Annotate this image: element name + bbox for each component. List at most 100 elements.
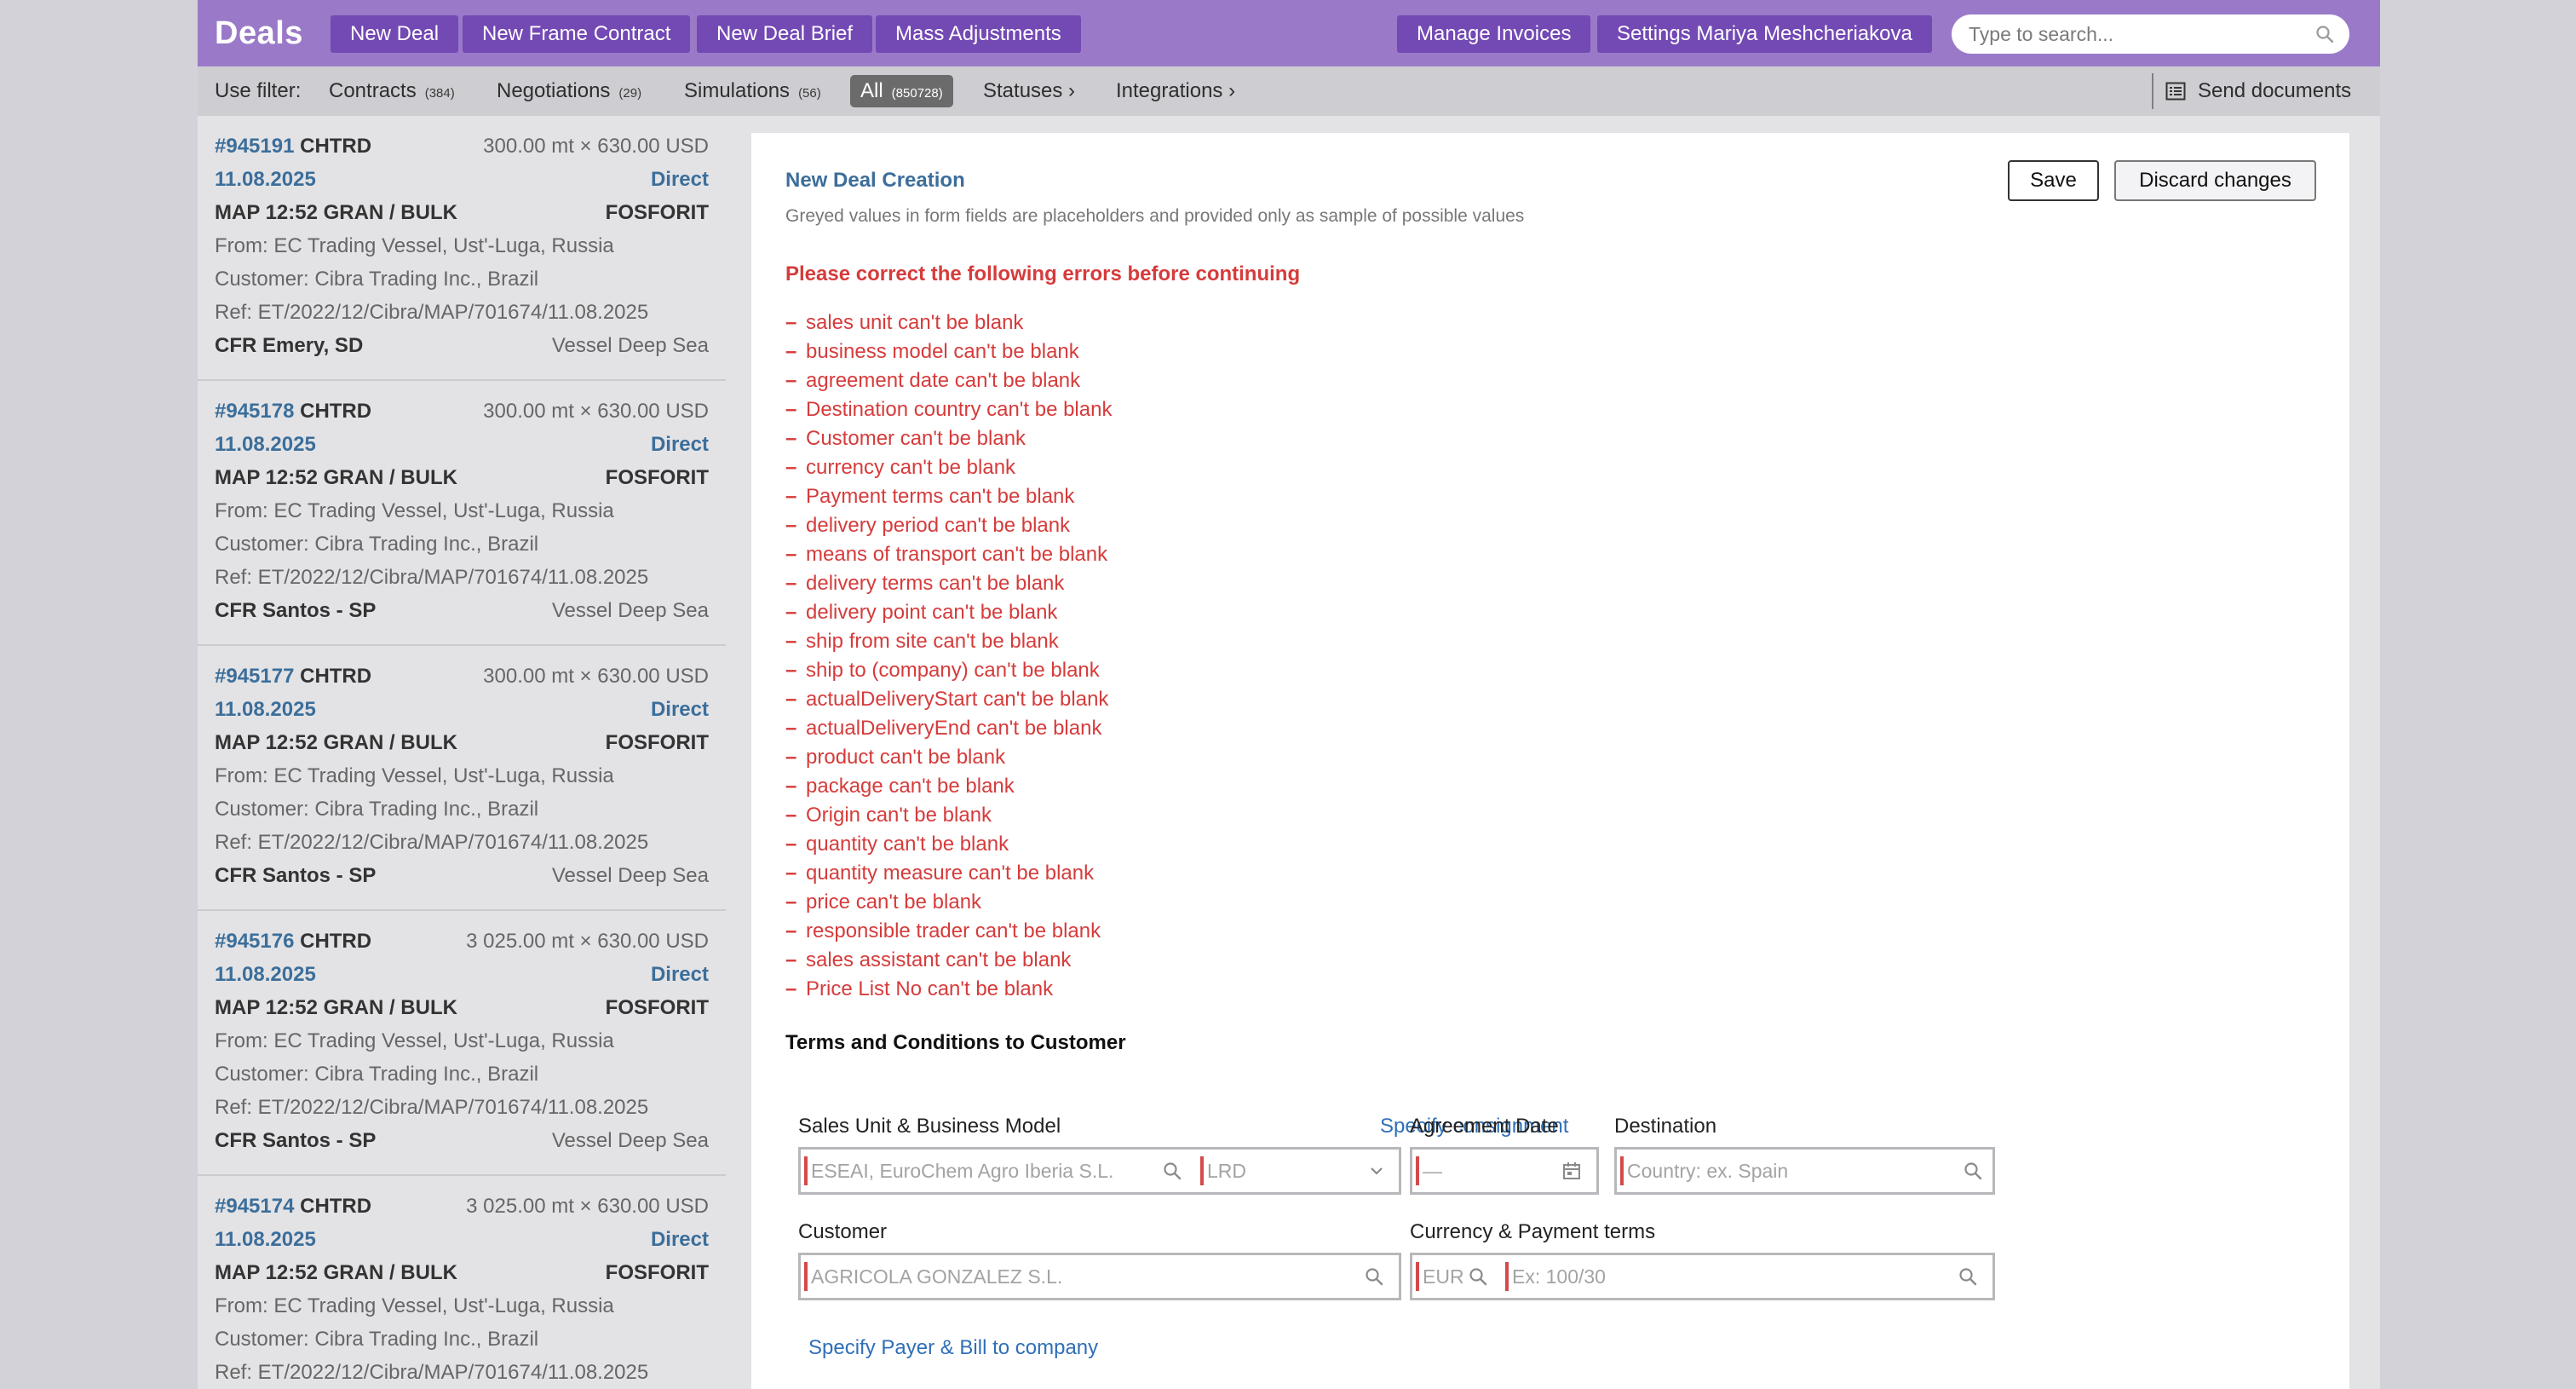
- error-item: – Customer can't be blank: [785, 424, 1112, 453]
- error-item: – quantity can't be blank: [785, 830, 1112, 859]
- error-dash: –: [785, 311, 797, 334]
- filter-contracts[interactable]: Contracts (384): [329, 66, 455, 116]
- deal-id[interactable]: #945177: [215, 665, 294, 688]
- deal-card[interactable]: #945178 CHTRD 300.00 mt × 630.00 USD 11.0…: [198, 381, 726, 646]
- payment-terms-input[interactable]: [1512, 1264, 1938, 1289]
- agreement-date-field[interactable]: [1410, 1147, 1599, 1195]
- customer-input[interactable]: [811, 1264, 1356, 1289]
- currency-input[interactable]: [1423, 1264, 1465, 1289]
- deal-quantity-price: 300.00 mt × 630.00 USD: [483, 400, 709, 423]
- business-model-select[interactable]: [1197, 1150, 1399, 1192]
- manage-invoices-button[interactable]: Manage Invoices: [1397, 15, 1591, 53]
- filter-simulations[interactable]: Simulations (56): [684, 66, 821, 116]
- chevron-down-icon: [1371, 1167, 1383, 1175]
- deal-card[interactable]: #945191 CHTRD 300.00 mt × 630.00 USD 11.0…: [198, 116, 726, 381]
- send-documents-button[interactable]: Send documents: [2165, 66, 2351, 116]
- deal-type: CHTRD: [300, 930, 372, 953]
- error-text: quantity can't be blank: [806, 833, 1009, 856]
- filter-all[interactable]: All (850728): [850, 75, 953, 107]
- deal-type: CHTRD: [300, 135, 372, 158]
- calendar-icon[interactable]: [1562, 1161, 1581, 1180]
- sales-unit-segment[interactable]: [801, 1150, 1197, 1192]
- search-icon[interactable]: [2315, 25, 2334, 43]
- agreement-date-input[interactable]: [1423, 1158, 1542, 1184]
- deal-from: From: EC Trading Vessel, Ust'-Luga, Russ…: [215, 234, 614, 257]
- filter-label: All: [860, 79, 883, 102]
- deal-card[interactable]: #945177 CHTRD 300.00 mt × 630.00 USD 11.0…: [198, 646, 726, 911]
- new-deal-button[interactable]: New Deal: [331, 15, 459, 53]
- top-bar: Deals New Deal New Frame Contract New De…: [198, 0, 2380, 66]
- payment-terms-segment[interactable]: [1502, 1255, 1992, 1298]
- deal-transport: Vessel Deep Sea: [551, 1129, 709, 1152]
- required-marker: [1416, 1156, 1419, 1185]
- error-dash: –: [785, 862, 797, 885]
- error-dash: –: [785, 572, 797, 595]
- discard-changes-button[interactable]: Discard changes: [2114, 160, 2316, 201]
- error-item: – Destination country can't be blank: [785, 395, 1112, 424]
- error-dash: –: [785, 543, 797, 566]
- error-dash: –: [785, 427, 797, 450]
- error-item: – sales unit can't be blank: [785, 308, 1112, 337]
- deal-ref: Ref: ET/2022/12/Cibra/MAP/701674/11.08.2…: [215, 301, 649, 324]
- deal-id[interactable]: #945178: [215, 400, 294, 423]
- search-input[interactable]: [1969, 21, 2309, 47]
- search-icon: [1964, 1162, 1982, 1180]
- customer-label: Customer: [798, 1220, 888, 1243]
- filter-negotiations[interactable]: Negotiations (29): [497, 66, 641, 116]
- error-text: delivery terms can't be blank: [806, 572, 1065, 595]
- sales-unit-label: Sales Unit & Business Model: [798, 1115, 1061, 1138]
- deal-ref: Ref: ET/2022/12/Cibra/MAP/701674/11.08.2…: [215, 831, 649, 854]
- deal-transport: Vessel Deep Sea: [551, 864, 709, 887]
- agreement-date-segment[interactable]: [1412, 1150, 1596, 1192]
- currency-payment-field[interactable]: [1410, 1253, 1995, 1300]
- destination-field[interactable]: [1614, 1147, 1995, 1195]
- specify-payer-bill-to-link[interactable]: Specify Payer & Bill to company: [808, 1336, 1098, 1360]
- deal-delivery: CFR Emery, SD: [215, 334, 364, 357]
- customer-field[interactable]: [798, 1253, 1401, 1300]
- deal-ref: Ref: ET/2022/12/Cibra/MAP/701674/11.08.2…: [215, 566, 649, 589]
- sales-unit-input[interactable]: [811, 1158, 1152, 1184]
- page-title: New Deal Creation: [785, 169, 965, 192]
- required-marker: [1200, 1156, 1204, 1185]
- error-item: – Origin can't be blank: [785, 801, 1112, 830]
- deal-id[interactable]: #945176: [215, 930, 294, 953]
- deal-id[interactable]: #945191: [215, 135, 294, 158]
- error-item: – delivery point can't be blank: [785, 598, 1112, 627]
- business-model-input[interactable]: [1207, 1158, 1352, 1184]
- currency-segment[interactable]: [1412, 1255, 1502, 1298]
- destination-segment[interactable]: [1617, 1150, 1992, 1192]
- deal-id[interactable]: #945174: [215, 1195, 294, 1218]
- customer-segment[interactable]: [801, 1255, 1399, 1298]
- error-dash: –: [785, 514, 797, 537]
- deal-product: MAP 12:52 GRAN / BULK: [215, 996, 457, 1019]
- search-box[interactable]: [1952, 14, 2349, 54]
- settings-user-button[interactable]: Settings Mariya Meshcheriakova: [1597, 15, 1932, 53]
- deal-company: FOSFORIT: [605, 201, 709, 224]
- error-item: – Payment terms can't be blank: [785, 482, 1112, 511]
- error-item: – product can't be blank: [785, 743, 1112, 772]
- integrations-menu[interactable]: Integrations ›: [1116, 66, 1235, 116]
- search-icon: [1469, 1268, 1487, 1286]
- error-item: – currency can't be blank: [785, 453, 1112, 482]
- statuses-menu[interactable]: Statuses ›: [983, 66, 1075, 116]
- destination-input[interactable]: [1627, 1158, 1951, 1184]
- error-dash: –: [785, 804, 797, 827]
- error-dash: –: [785, 398, 797, 421]
- deal-channel: Direct: [650, 963, 709, 986]
- error-dash: –: [785, 977, 797, 1000]
- search-icon: [1959, 1268, 1977, 1286]
- mass-adjustments-button[interactable]: Mass Adjustments: [876, 15, 1081, 53]
- deal-customer: Customer: Cibra Trading Inc., Brazil: [215, 798, 539, 821]
- new-deal-brief-button[interactable]: New Deal Brief: [697, 15, 873, 53]
- sales-unit-business-model-field[interactable]: [798, 1147, 1401, 1195]
- error-text: sales unit can't be blank: [806, 311, 1024, 334]
- required-marker: [1416, 1262, 1419, 1291]
- deal-card[interactable]: #945176 CHTRD 3 025.00 mt × 630.00 USD 11…: [198, 911, 726, 1176]
- save-button[interactable]: Save: [2008, 160, 2099, 201]
- new-frame-contract-button[interactable]: New Frame Contract: [463, 15, 691, 53]
- filter-divider: [2152, 73, 2153, 109]
- deal-ref: Ref: ET/2022/12/Cibra/MAP/701674/11.08.2…: [215, 1096, 649, 1119]
- deal-card[interactable]: #945174 CHTRD 3 025.00 mt × 630.00 USD 11…: [198, 1176, 726, 1389]
- error-dash: –: [785, 485, 797, 508]
- search-icon: [1366, 1268, 1383, 1286]
